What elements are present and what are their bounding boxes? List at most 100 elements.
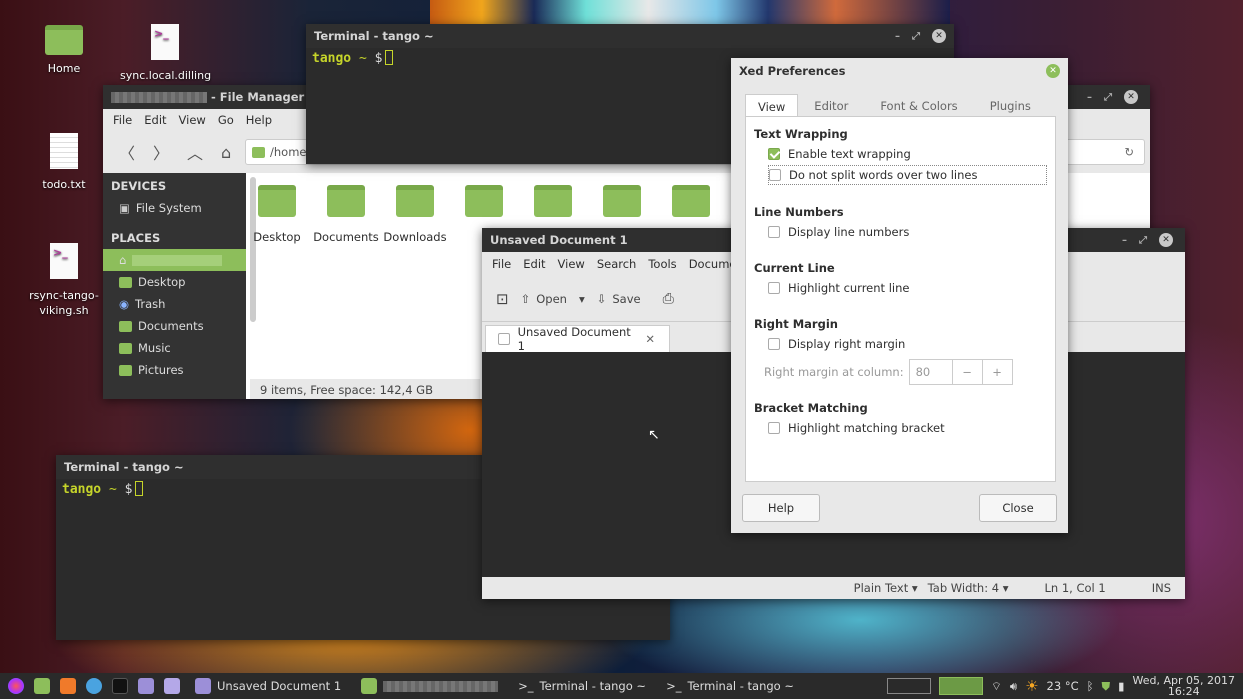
new-document-icon[interactable]: ⊡: [496, 290, 509, 308]
videos-folder-icon: [603, 185, 641, 217]
workspace-switcher-1[interactable]: [887, 678, 932, 694]
minimize-icon[interactable]: –: [1122, 235, 1127, 246]
decrement-icon[interactable]: −: [951, 360, 982, 384]
places-header: PLACES: [111, 231, 161, 245]
up-icon[interactable]: ︿: [187, 140, 203, 164]
menu-file[interactable]: File: [486, 257, 517, 271]
close-button[interactable]: Close: [979, 494, 1057, 522]
open-dropdown-icon[interactable]: ▾: [579, 292, 585, 306]
sidebar-item-home[interactable]: ⌂: [103, 249, 246, 271]
checkbox-unchecked: [769, 169, 781, 181]
section-right-margin: Right Margin: [754, 317, 838, 331]
folder-downloads[interactable]: Downloads: [383, 185, 447, 244]
enable-wrapping-checkbox[interactable]: Enable text wrapping: [768, 147, 1047, 161]
clock-time[interactable]: 16:24: [1133, 686, 1236, 697]
close-tab-icon[interactable]: ✕: [645, 332, 655, 346]
wifi-icon[interactable]: ⌔: [991, 679, 1002, 694]
home-icon[interactable]: ⌂: [221, 143, 231, 162]
menu-view[interactable]: View: [173, 113, 212, 127]
maximize-icon[interactable]: ⤢: [1104, 92, 1112, 103]
menu-go[interactable]: Go: [212, 113, 240, 127]
shield-icon[interactable]: ⛊: [1102, 679, 1111, 694]
highlight-line-checkbox[interactable]: Highlight current line: [768, 281, 1047, 295]
maximize-icon[interactable]: ⤢: [1139, 235, 1147, 246]
chromium-launcher-icon[interactable]: [86, 678, 102, 694]
task-terminal-1[interactable]: >_ Terminal - tango ~: [508, 673, 656, 699]
folder-documents[interactable]: Documents: [313, 185, 379, 244]
sidebar-item-pictures[interactable]: Pictures: [103, 359, 246, 381]
home-icon: ⌂: [119, 253, 127, 267]
volume-icon[interactable]: 🔊︎: [1010, 679, 1017, 694]
browser-launcher-icon[interactable]: [60, 678, 76, 694]
menu-file[interactable]: File: [107, 113, 138, 127]
terminal-app-icon: >_: [518, 679, 534, 693]
bluetooth-icon[interactable]: ᛒ: [1087, 679, 1094, 693]
line-numbers-checkbox[interactable]: Display line numbers: [768, 225, 1047, 239]
increment-icon[interactable]: +: [981, 360, 1012, 384]
open-button[interactable]: ⇧ Open: [521, 292, 567, 306]
editor-launcher-icon[interactable]: [138, 678, 154, 694]
preferences-dialog[interactable]: Xed Preferences ✕ View Editor Font & Col…: [731, 58, 1068, 533]
desktop-icon-todo[interactable]: todo.txt: [19, 133, 109, 191]
cursor-position: Ln 1, Col 1: [1044, 581, 1106, 595]
task-editor[interactable]: Unsaved Document 1: [185, 673, 351, 699]
sun-icon: ☀: [1025, 677, 1039, 695]
menu-edit[interactable]: Edit: [138, 113, 172, 127]
right-margin-checkbox[interactable]: Display right margin: [768, 337, 1047, 351]
no-split-words-checkbox[interactable]: Do not split words over two lines: [768, 165, 1047, 185]
sidebar-item-documents[interactable]: Documents: [103, 315, 246, 337]
margin-column-spinner[interactable]: 80 − +: [908, 359, 1013, 385]
back-icon[interactable]: 〈: [119, 140, 135, 164]
close-icon[interactable]: ✕: [1046, 64, 1060, 78]
menu-tools[interactable]: Tools: [642, 257, 682, 271]
sidebar-item-music[interactable]: Music: [103, 337, 246, 359]
folder-desktop[interactable]: Desktop: [253, 185, 301, 244]
forward-icon[interactable]: 〉: [153, 140, 169, 164]
language-selector[interactable]: Plain Text ▾: [854, 581, 918, 595]
trash-icon: ◉: [119, 297, 130, 311]
share-folder-icon: [672, 185, 710, 217]
menu-edit[interactable]: Edit: [517, 257, 551, 271]
desktop-icon-rsync[interactable]: >_ rsync-tango-viking.sh: [19, 243, 109, 318]
bracket-matching-checkbox[interactable]: Highlight matching bracket: [768, 421, 1047, 435]
view-tab-panel: Text Wrapping Enable text wrapping Do no…: [745, 116, 1056, 482]
folder-icon: [119, 276, 132, 288]
help-button[interactable]: Help: [742, 494, 820, 522]
battery-icon[interactable]: ▮: [1118, 679, 1124, 693]
desktop-icon-sync[interactable]: >_ sync.local.dilling: [120, 24, 211, 82]
sidebar-item-desktop[interactable]: Desktop: [103, 271, 246, 293]
sidebar-item-filesystem[interactable]: ▣ File System: [103, 197, 246, 219]
start-menu-icon[interactable]: [8, 678, 24, 694]
sidebar-scrollbar[interactable]: [250, 177, 256, 322]
workspace-switcher-2[interactable]: [939, 677, 984, 695]
weather-temp[interactable]: 23 °C: [1047, 679, 1079, 693]
reload-icon[interactable]: ↻: [1124, 145, 1134, 159]
minimize-icon[interactable]: –: [1087, 92, 1092, 103]
save-button[interactable]: ⇩ Save: [597, 292, 641, 306]
files-launcher-icon[interactable]: [34, 678, 50, 694]
margin-column-row: Right margin at column: 80 − +: [764, 359, 1047, 385]
folder-icon: [252, 146, 265, 158]
close-icon[interactable]: ✕: [932, 29, 946, 43]
sidebar-item-trash[interactable]: ◉ Trash: [103, 293, 246, 315]
maximize-icon[interactable]: ⤢: [912, 31, 920, 42]
tab-width-selector[interactable]: Tab Width: 4 ▾: [928, 581, 1009, 595]
tab-unsaved-document[interactable]: Unsaved Document 1 ✕: [485, 325, 670, 353]
devices-header: DEVICES: [111, 179, 167, 193]
documents-folder-icon: [327, 185, 365, 217]
task-terminal-2[interactable]: >_ Terminal - tango ~: [656, 673, 804, 699]
terminal-launcher-icon[interactable]: [112, 678, 128, 694]
minimize-icon[interactable]: –: [895, 31, 900, 42]
notes-launcher-icon[interactable]: [164, 678, 180, 694]
sidebar: DEVICES ▣ File System PLACES ⌂ Desktop ◉ T…: [103, 173, 246, 399]
desktop-icon-home[interactable]: Home: [19, 25, 109, 75]
text-cursor: [385, 50, 394, 65]
menu-search[interactable]: Search: [591, 257, 643, 271]
close-icon[interactable]: ✕: [1124, 90, 1138, 104]
print-icon[interactable]: ⎙: [663, 291, 674, 307]
text-file-icon: [50, 133, 78, 169]
close-icon[interactable]: ✕: [1159, 233, 1173, 247]
task-file-manager[interactable]: [351, 673, 508, 699]
menu-help[interactable]: Help: [240, 113, 278, 127]
menu-view[interactable]: View: [552, 257, 591, 271]
